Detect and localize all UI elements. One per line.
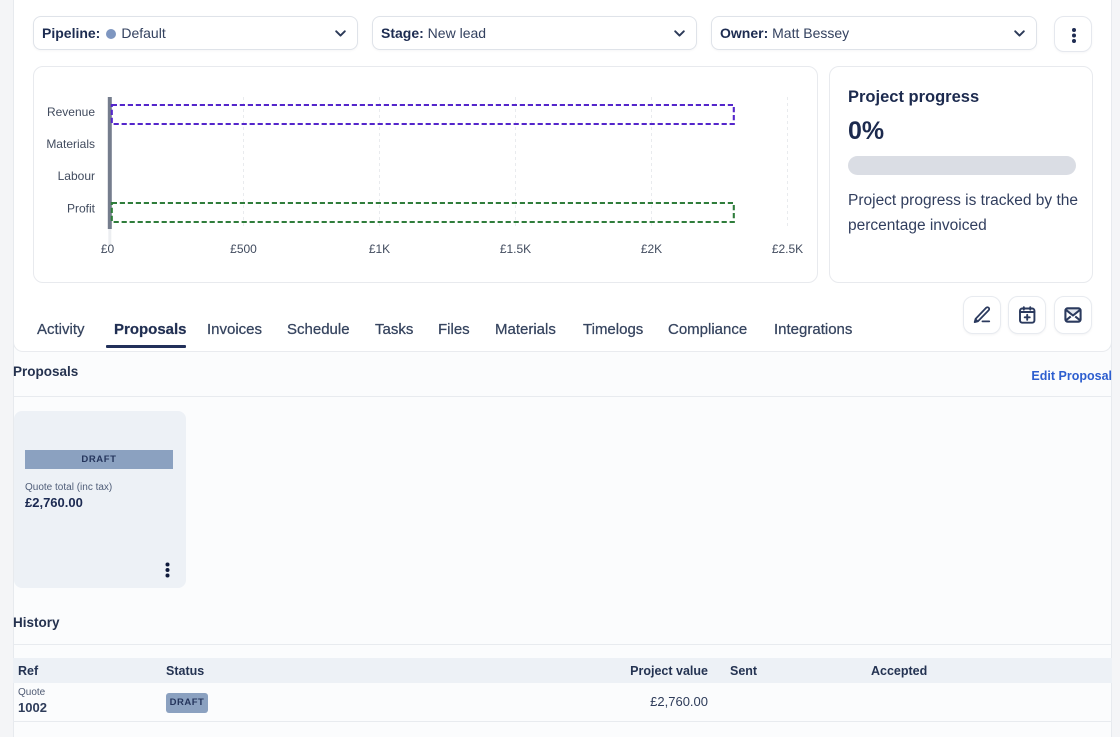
svg-text:£2K: £2K — [641, 242, 662, 256]
svg-text:Profit: Profit — [67, 202, 96, 216]
svg-text:£2.5K: £2.5K — [772, 242, 803, 256]
svg-text:£1.5K: £1.5K — [500, 242, 531, 256]
svg-text:Labour: Labour — [58, 169, 95, 183]
svg-text:£1K: £1K — [369, 242, 390, 256]
svg-text:£500: £500 — [230, 242, 257, 256]
svg-text:Revenue: Revenue — [47, 105, 95, 119]
svg-text:Materials: Materials — [46, 137, 95, 151]
svg-text:£0: £0 — [101, 242, 115, 256]
